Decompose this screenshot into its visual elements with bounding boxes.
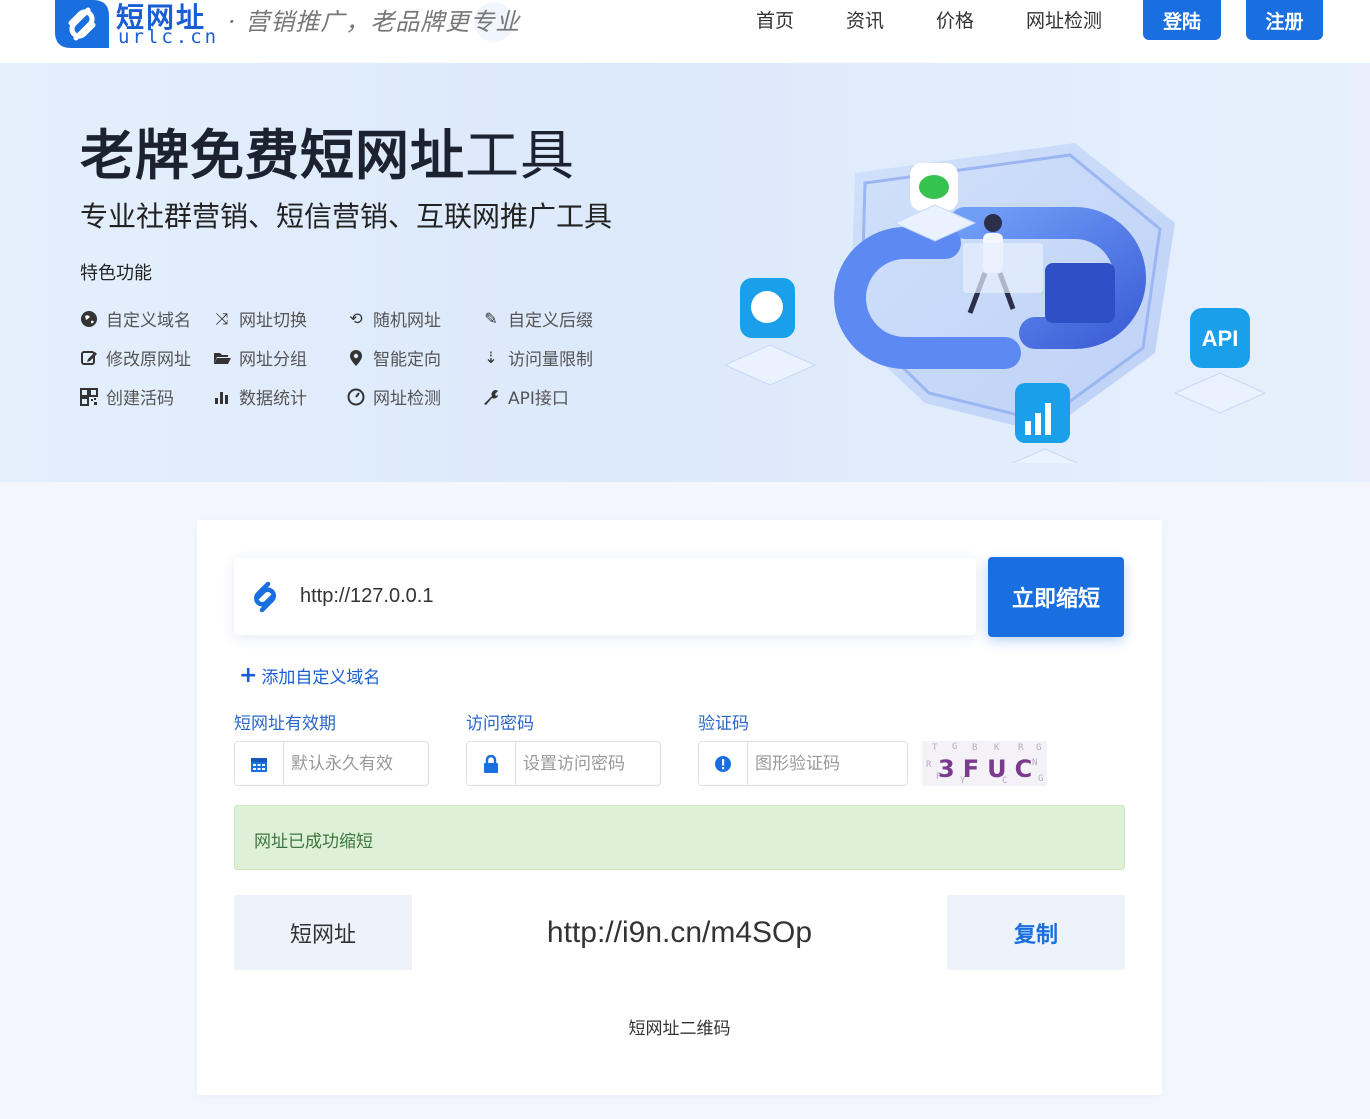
svg-text:G: G bbox=[952, 742, 957, 752]
slogan: · 营销推广，老品牌更专业 bbox=[228, 8, 521, 36]
pencil-square-icon bbox=[81, 350, 97, 365]
short-url-label: 短网址 bbox=[234, 895, 412, 970]
sort-numeric-icon: ⇣ bbox=[484, 347, 498, 367]
password-label: 访问密码 bbox=[466, 714, 534, 734]
captcha-label: 验证码 bbox=[698, 714, 749, 734]
nav-home[interactable]: 首页 bbox=[756, 6, 794, 33]
feature-label: 自定义后缀 bbox=[508, 311, 593, 331]
feature-label: 智能定向 bbox=[373, 350, 441, 370]
globe-icon bbox=[81, 310, 97, 327]
captcha-field[interactable] bbox=[698, 741, 908, 786]
feature-random-url: ⟲ 随机网址 bbox=[347, 306, 441, 331]
feature-live-code: 创建活码 bbox=[80, 384, 174, 409]
feature-label: 随机网址 bbox=[373, 311, 441, 331]
hero-title-bold: 老牌免费短网址 bbox=[80, 124, 465, 187]
link-icon bbox=[254, 581, 276, 613]
edit-underline-icon: ✎ bbox=[484, 308, 498, 328]
success-message: 网址已成功缩短 bbox=[254, 832, 373, 852]
add-domain-label: 添加自定义域名 bbox=[261, 668, 381, 688]
feature-label: 网址分组 bbox=[239, 350, 307, 370]
add-custom-domain-link[interactable]: + 添加自定义域名 bbox=[239, 663, 380, 688]
svg-text:K: K bbox=[994, 743, 1000, 753]
copy-button[interactable]: 复制 bbox=[947, 895, 1125, 970]
map-marker-icon bbox=[350, 349, 362, 366]
hero-subtitle: 专业社群营销、短信营销、互联网推广工具 bbox=[80, 200, 613, 233]
qrcode-label: 短网址二维码 bbox=[628, 1019, 731, 1039]
validity-field[interactable] bbox=[234, 741, 429, 786]
retweet-icon: ⟲ bbox=[349, 308, 363, 328]
hero-title-light: 工具 bbox=[465, 124, 575, 187]
nav-url-check[interactable]: 网址检测 bbox=[1026, 6, 1102, 33]
svg-text:R: R bbox=[926, 760, 932, 770]
svg-text:G: G bbox=[1036, 743, 1041, 753]
feature-smart-targeting: 智能定向 bbox=[347, 345, 441, 370]
feature-custom-suffix: ✎ 自定义后缀 bbox=[482, 306, 593, 331]
bar-chart-icon bbox=[215, 391, 228, 404]
captcha-text: 3FUC bbox=[938, 755, 1040, 783]
svg-text:B: B bbox=[972, 743, 977, 753]
hero-banner: 老牌免费短网址工具 专业社群营销、短信营销、互联网推广工具 特色功能 自定义域名… bbox=[0, 63, 1370, 482]
svg-text:API: API bbox=[1202, 326, 1239, 351]
feature-visit-limit: ⇣ 访问量限制 bbox=[482, 345, 593, 370]
features-label: 特色功能 bbox=[80, 263, 152, 284]
success-alert: 网址已成功缩短 bbox=[234, 805, 1125, 870]
hero-illustration: API bbox=[723, 143, 1267, 463]
validity-input[interactable] bbox=[291, 752, 421, 776]
register-button[interactable]: 注册 bbox=[1246, 0, 1323, 40]
nav-news[interactable]: 资讯 bbox=[846, 6, 884, 33]
feature-label: 修改原网址 bbox=[106, 350, 191, 370]
wrench-icon bbox=[484, 389, 498, 405]
plus-icon: + bbox=[239, 662, 258, 688]
feature-label: API接口 bbox=[508, 389, 569, 409]
feature-statistics: 数据统计 bbox=[213, 384, 307, 409]
feature-edit-origin: 修改原网址 bbox=[80, 345, 191, 370]
url-input[interactable] bbox=[300, 580, 960, 612]
feature-label: 自定义域名 bbox=[106, 311, 191, 331]
feature-url-check: 网址检测 bbox=[347, 384, 441, 409]
captcha-image[interactable]: TGBKRG R NP Y C G 3FUC bbox=[922, 741, 1047, 786]
site-header: 短网址 urlc.cn · 营销推广，老品牌更专业 首页 资讯 价格 网址检测 … bbox=[0, 0, 1370, 63]
captcha-input[interactable] bbox=[755, 752, 900, 776]
qrcode-icon bbox=[80, 387, 98, 406]
feature-label: 创建活码 bbox=[106, 389, 174, 409]
feature-label: 网址切换 bbox=[239, 311, 307, 331]
feature-url-switch: ⤨ 网址切换 bbox=[213, 306, 307, 331]
password-field[interactable] bbox=[466, 741, 661, 786]
validity-label: 短网址有效期 bbox=[234, 714, 336, 734]
feature-api: API接口 bbox=[482, 384, 569, 409]
password-input[interactable] bbox=[523, 752, 653, 776]
feature-custom-domain: 自定义域名 bbox=[80, 306, 191, 331]
nav-pricing[interactable]: 价格 bbox=[936, 6, 974, 33]
svg-text:T: T bbox=[932, 743, 938, 753]
dashboard-icon bbox=[347, 388, 365, 405]
folder-open-icon bbox=[214, 352, 231, 364]
url-input-box[interactable] bbox=[234, 558, 976, 635]
login-button[interactable]: 登陆 bbox=[1143, 0, 1221, 40]
feature-label: 访问量限制 bbox=[508, 350, 593, 370]
logo-icon[interactable] bbox=[55, 0, 109, 48]
lock-icon bbox=[467, 742, 516, 785]
feature-label: 网址检测 bbox=[373, 389, 441, 409]
short-url-value[interactable]: http://i9n.cn/m4SOp bbox=[412, 895, 947, 970]
brand-domain[interactable]: urlc.cn bbox=[118, 26, 219, 48]
hero-title: 老牌免费短网址工具 bbox=[80, 111, 575, 190]
svg-text:R: R bbox=[1018, 743, 1024, 753]
exclamation-circle-icon bbox=[699, 742, 748, 785]
calendar-icon bbox=[235, 742, 284, 785]
shuffle-icon: ⤨ bbox=[215, 308, 229, 328]
shorten-card: 立即缩短 + 添加自定义域名 短网址有效期 访问密码 验证码 TGBKRG RN… bbox=[197, 520, 1162, 1095]
feature-label: 数据统计 bbox=[239, 389, 307, 409]
feature-url-group: 网址分组 bbox=[213, 345, 307, 370]
shorten-button[interactable]: 立即缩短 bbox=[988, 557, 1124, 637]
